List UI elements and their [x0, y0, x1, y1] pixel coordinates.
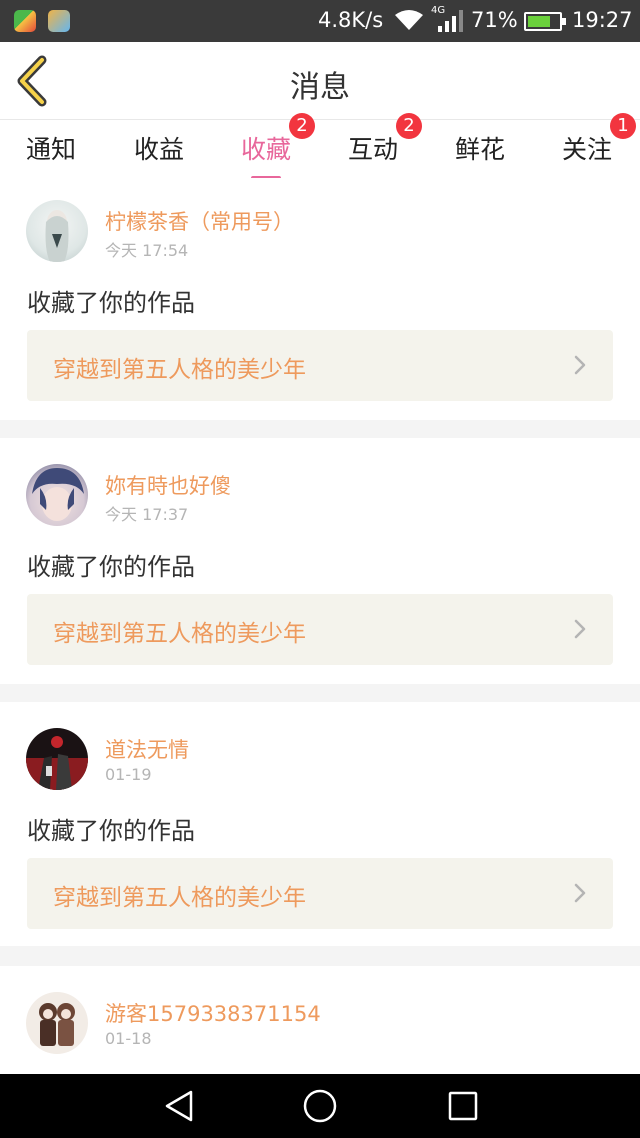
tab-label: 互动 — [348, 135, 399, 164]
timestamp: 今天 17:37 — [105, 505, 189, 524]
work-link[interactable]: 穿越到第五人格的美少年 — [27, 858, 613, 929]
work-link[interactable]: 穿越到第五人格的美少年 — [27, 594, 613, 665]
tab-notifications[interactable]: 通知 — [26, 130, 76, 166]
status-bar: 4.8K/s 4G 71% 19:27 — [0, 0, 640, 42]
recents-square-icon[interactable] — [446, 1088, 480, 1124]
work-title: 穿越到第五人格的美少年 — [53, 621, 306, 647]
system-nav-bar — [0, 1074, 640, 1138]
back-triangle-icon[interactable] — [162, 1088, 196, 1124]
battery-percent: 71% — [471, 8, 518, 32]
tab-label: 关注 — [562, 135, 613, 164]
home-circle-icon[interactable] — [302, 1088, 338, 1124]
chevron-right-icon — [574, 355, 586, 375]
wifi-icon — [395, 10, 423, 30]
battery-icon — [524, 12, 566, 31]
avatar[interactable] — [26, 992, 88, 1054]
timestamp: 今天 17:54 — [105, 241, 189, 260]
list-item: 道法无情 01-19 收藏了你的作品 穿越到第五人格的美少年 — [0, 702, 640, 946]
tab-follows[interactable]: 关注 — [562, 130, 612, 166]
list-item: 游客1579338371154 01-18 — [0, 966, 640, 1074]
work-title: 穿越到第五人格的美少年 — [53, 885, 306, 911]
tab-label: 收益 — [134, 135, 185, 164]
username[interactable]: 游客1579338371154 — [105, 998, 321, 1028]
chevron-right-icon — [574, 619, 586, 639]
tab-label: 通知 — [26, 135, 77, 164]
interactions-badge: 2 — [396, 113, 422, 139]
tab-bar: 通知 收益 收藏 2 互动 2 鲜花 关注 1 — [0, 113, 640, 180]
clock: 19:27 — [572, 8, 633, 32]
network-speed: 4.8K/s — [318, 8, 384, 32]
header: 消息 — [0, 42, 640, 120]
username[interactable]: 柠檬茶香（常用号） — [105, 206, 294, 236]
timestamp: 01-19 — [105, 765, 152, 784]
tab-label: 收藏 — [241, 135, 292, 164]
list-item: 妳有時也好傻 今天 17:37 收藏了你的作品 穿越到第五人格的美少年 — [0, 438, 640, 684]
work-link[interactable]: 穿越到第五人格的美少年 — [27, 330, 613, 401]
action-text: 收藏了你的作品 — [27, 553, 195, 581]
avatar[interactable] — [26, 464, 88, 526]
list-item: 柠檬茶香（常用号） 今天 17:54 收藏了你的作品 穿越到第五人格的美少年 — [0, 178, 640, 420]
avatar[interactable] — [26, 728, 88, 790]
tab-label: 鲜花 — [455, 135, 506, 164]
page-title: 消息 — [290, 70, 350, 105]
action-text: 收藏了你的作品 — [27, 817, 195, 845]
app-notification-icon — [14, 10, 36, 32]
signal-icon — [438, 10, 463, 32]
username[interactable]: 妳有時也好傻 — [105, 470, 231, 500]
timestamp: 01-18 — [105, 1029, 152, 1048]
username[interactable]: 道法无情 — [105, 734, 189, 764]
avatar[interactable] — [26, 200, 88, 262]
tab-interactions[interactable]: 互动 — [348, 130, 398, 166]
app-notification-icon — [48, 10, 70, 32]
tab-earnings[interactable]: 收益 — [134, 130, 184, 166]
action-text: 收藏了你的作品 — [27, 289, 195, 317]
work-title: 穿越到第五人格的美少年 — [53, 357, 306, 383]
tab-flowers[interactable]: 鲜花 — [455, 130, 505, 166]
chevron-right-icon — [574, 883, 586, 903]
follows-badge: 1 — [610, 113, 636, 139]
favorites-badge: 2 — [289, 113, 315, 139]
tab-favorites[interactable]: 收藏 — [241, 130, 292, 180]
